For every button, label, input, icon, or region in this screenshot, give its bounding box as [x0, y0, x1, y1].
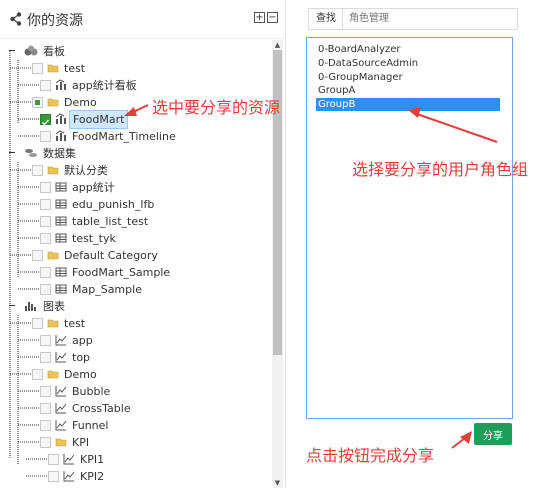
arrow-head-share: [460, 431, 472, 444]
arrow-head-resource: [124, 107, 137, 116]
annotation-select-role: 选择要分享的用户角色组: [352, 160, 529, 179]
arrow-head-role: [408, 107, 421, 118]
arrow-to-share: [451, 437, 466, 449]
annotation-click-share: 点击按钮完成分享: [306, 446, 435, 465]
annotation-arrows: [124, 104, 498, 449]
arrow-to-role: [416, 113, 498, 143]
annotation-select-resource: 选中要分享的资源: [152, 98, 281, 117]
